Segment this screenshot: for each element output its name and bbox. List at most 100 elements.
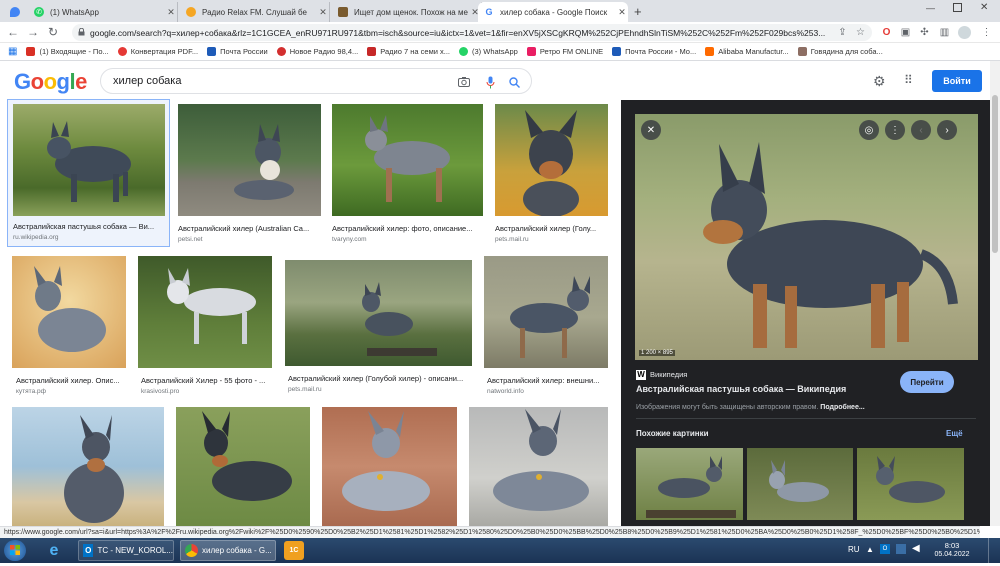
result-card[interactable]: Австралийский Хилер - 55 фото - ... kras… [138,256,272,396]
opera-extension-icon[interactable]: O [880,26,893,39]
camera-search-icon[interactable] [457,75,471,89]
close-panel-icon[interactable]: ✕ [641,120,661,140]
minimize-icon[interactable]: — [926,3,935,13]
search-input[interactable] [113,75,433,87]
show-desktop-button[interactable] [988,538,1000,563]
back-icon[interactable]: ← [6,25,20,39]
result-image[interactable] [12,256,126,368]
result-image[interactable] [484,256,608,368]
share-icon[interactable]: ⇪ [836,26,849,39]
more-info-link[interactable]: Подробнее... [820,404,864,411]
result-title[interactable]: Австралийская пастушья собака — Ви... [13,222,165,231]
result-title[interactable]: Австралийский хилер: внешни... [487,376,608,385]
reload-icon[interactable]: ↻ [46,25,60,39]
sidebar-icon[interactable]: ▥ [938,26,951,39]
result-title[interactable]: Австралийский хилер. Опис... [16,376,126,385]
address-bar[interactable]: google.com/search?q=хилер+собака&rlz=1C1… [72,24,872,41]
bookmark-item[interactable]: (3) WhatsApp [459,47,518,56]
puzzle-icon[interactable]: ✣ [918,26,931,39]
related-image[interactable] [857,448,964,520]
result-card[interactable]: Австралийский хилер (Голубой хилер) - оп… [285,260,472,396]
more-options-icon[interactable]: ⋮ [885,120,905,140]
bookmark-item[interactable]: Говядина для соба... [797,47,883,56]
apps-grid-icon[interactable]: ▦ [8,46,17,57]
result-image[interactable] [285,260,472,366]
clock-date[interactable]: 05.04.2022 [930,551,974,558]
start-button[interactable] [4,540,26,561]
lens-search-icon[interactable]: ◎ [859,120,879,140]
result-card[interactable]: Австралийский хилер (Голу... pets.mail.r… [495,104,608,244]
result-card[interactable]: Австралийский хилер: внешни... natworld.… [484,256,608,396]
close-icon[interactable]: ✕ [165,7,177,18]
scrollbar-thumb[interactable] [992,95,998,253]
profile-avatar[interactable] [958,26,971,39]
bookmark-item[interactable]: Радио 7 на семи х... [367,47,450,56]
result-image[interactable] [178,104,321,216]
settings-gear-icon[interactable]: ⚙ [873,74,887,88]
result-title[interactable]: Австралийский хилер: фото, описание... [332,224,483,233]
window-close-icon[interactable]: ✕ [980,2,988,13]
result-title[interactable]: Австралийский Хилер - 55 фото - ... [141,376,272,385]
result-image[interactable] [322,407,457,526]
menu-dots-icon[interactable]: ⋮ [980,26,993,39]
previous-icon[interactable]: ‹ [911,120,931,140]
next-icon[interactable]: › [937,120,957,140]
search-box[interactable] [100,68,532,94]
result-card[interactable] [176,407,310,526]
taskbar-chrome[interactable]: хилер собака - G... [180,540,276,561]
tray-arrow-icon[interactable]: ▲ [866,545,874,554]
tab-google-search[interactable]: G хилер собака - Google Поиск ✕ [478,2,628,22]
result-card[interactable] [469,407,608,526]
result-card[interactable] [12,407,164,526]
result-title[interactable]: Австралийский хилер (Голубой хилер) - оп… [288,374,472,383]
tab-maps[interactable] [4,2,26,22]
related-image[interactable] [636,448,743,520]
new-tab-icon[interactable]: + [634,4,642,19]
internet-explorer-icon[interactable]: e [44,541,64,560]
volume-icon[interactable]: ◀ [912,543,920,554]
close-icon[interactable]: ✕ [317,7,329,18]
bookmark-item[interactable]: Конвертация PDF... [117,47,198,56]
result-image[interactable] [332,104,483,216]
result-card[interactable] [322,407,457,526]
microphone-icon[interactable] [483,75,497,89]
result-image[interactable] [495,104,608,216]
result-title[interactable]: Австралийский хилер (Australian Ca... [178,224,321,233]
bookmark-item[interactable]: Новое Радио 98,4... [276,47,358,56]
sign-in-button[interactable]: Войти [932,70,982,92]
result-image[interactable] [13,104,165,216]
close-icon[interactable]: ✕ [616,7,628,18]
tab-radio-relax[interactable]: Радио Relax FM. Слушай бе ✕ [180,2,330,22]
bookmark-item[interactable]: Ретро FM ONLINE [526,47,603,56]
related-image[interactable] [747,448,853,520]
result-card[interactable]: Австралийская пастушья собака — Ви... ru… [7,99,170,247]
network-icon[interactable] [896,544,906,554]
tab-whatsapp[interactable]: ✆ (1) WhatsApp ✕ [28,2,178,22]
clock-time[interactable]: 8:03 [934,541,970,550]
panel-site-name[interactable]: Википедия [650,370,687,379]
maximize-icon[interactable] [953,3,962,12]
page-scrollbar[interactable] [990,61,1000,526]
google-logo[interactable]: Google [14,69,87,95]
language-indicator[interactable]: RU [848,545,860,554]
bookmark-star-icon[interactable]: ☆ [854,26,867,39]
extension-icon[interactable]: ▣ [899,26,912,39]
result-card[interactable]: Австралийский хилер: фото, описание... t… [332,104,483,244]
result-image[interactable] [12,407,164,526]
search-icon[interactable] [507,75,521,89]
bookmark-item[interactable]: Alibaba Manufactur... [705,47,789,56]
result-image[interactable] [138,256,272,368]
preview-image[interactable]: 1 200 × 895 [635,114,978,360]
outlook-tray-icon[interactable]: O [880,544,890,554]
taskbar-outlook[interactable]: O ТС - NEW_KOROL... [78,540,174,561]
result-image[interactable] [176,407,310,526]
bookmark-item[interactable]: (1) Входящие - По... [26,47,109,56]
google-apps-icon[interactable]: ⠿ [904,73,918,87]
bookmark-item[interactable]: Почта России [207,47,268,56]
result-image[interactable] [469,407,608,526]
forward-icon[interactable]: → [26,25,40,39]
result-card[interactable]: Австралийский хилер. Опис... кутята.рф [12,256,126,396]
bookmark-item[interactable]: Почта России - Мо... [612,47,696,56]
tab-puppy[interactable]: Ищет дом щенок. Похож на ме ✕ [332,2,482,22]
result-title[interactable]: Австралийский хилер (Голу... [495,224,608,233]
